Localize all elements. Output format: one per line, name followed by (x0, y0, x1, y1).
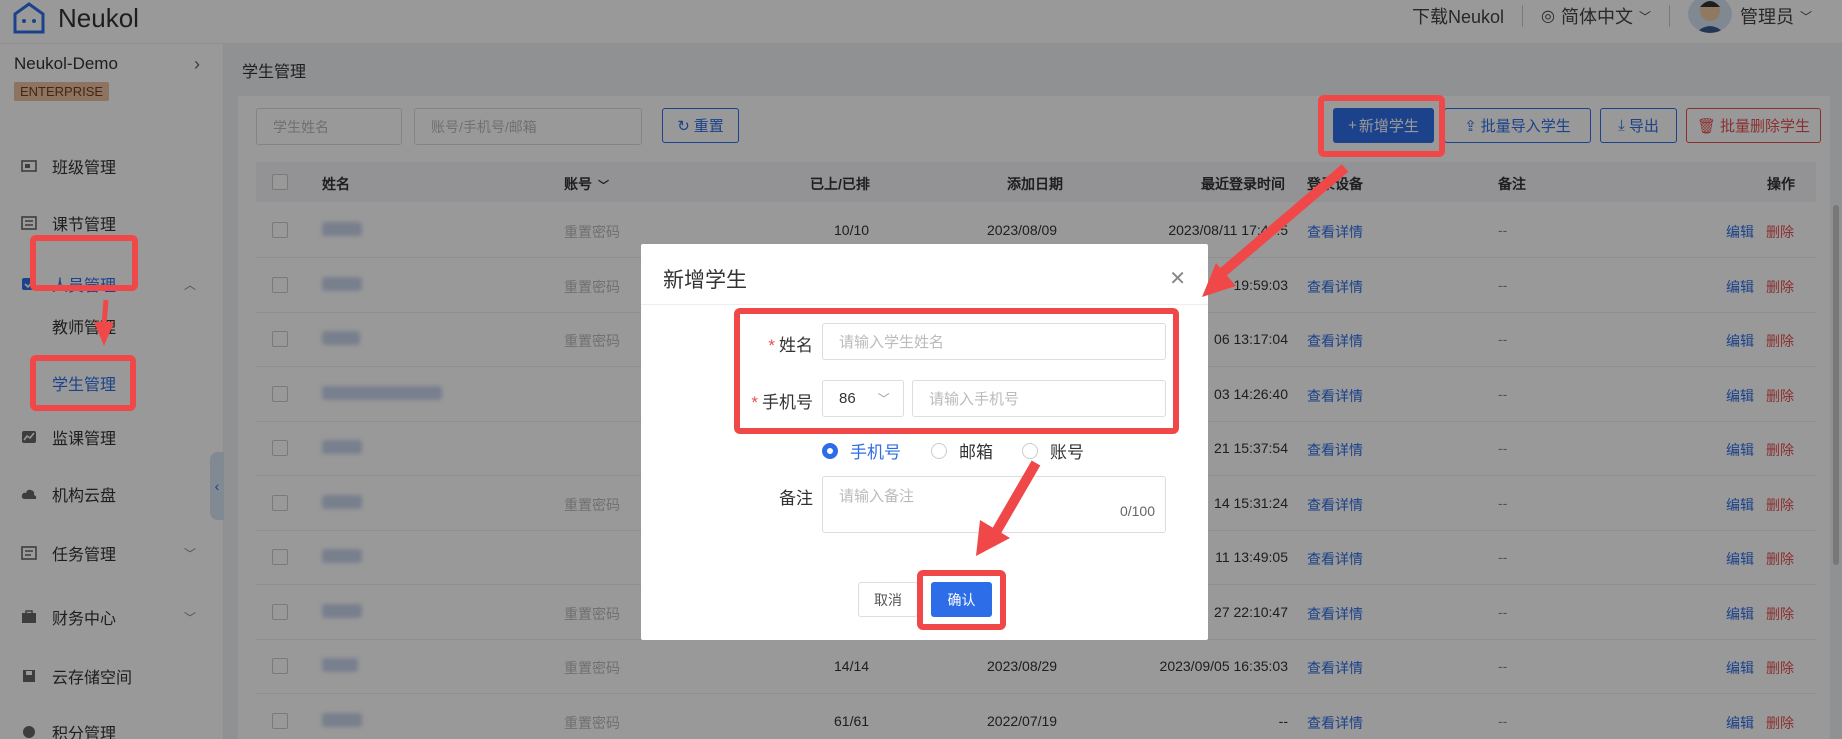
arrow-form-to-confirm (991, 460, 1041, 535)
arrow-add-to-form (1218, 164, 1349, 277)
arrow-personnel-to-student (101, 299, 109, 326)
annotation-arrows (94, 164, 1349, 556)
app-window: Neukol 下载Neukol ◎ 简体中文 ﹀ 管理员 ﹀ Neukol-De… (0, 0, 1842, 739)
